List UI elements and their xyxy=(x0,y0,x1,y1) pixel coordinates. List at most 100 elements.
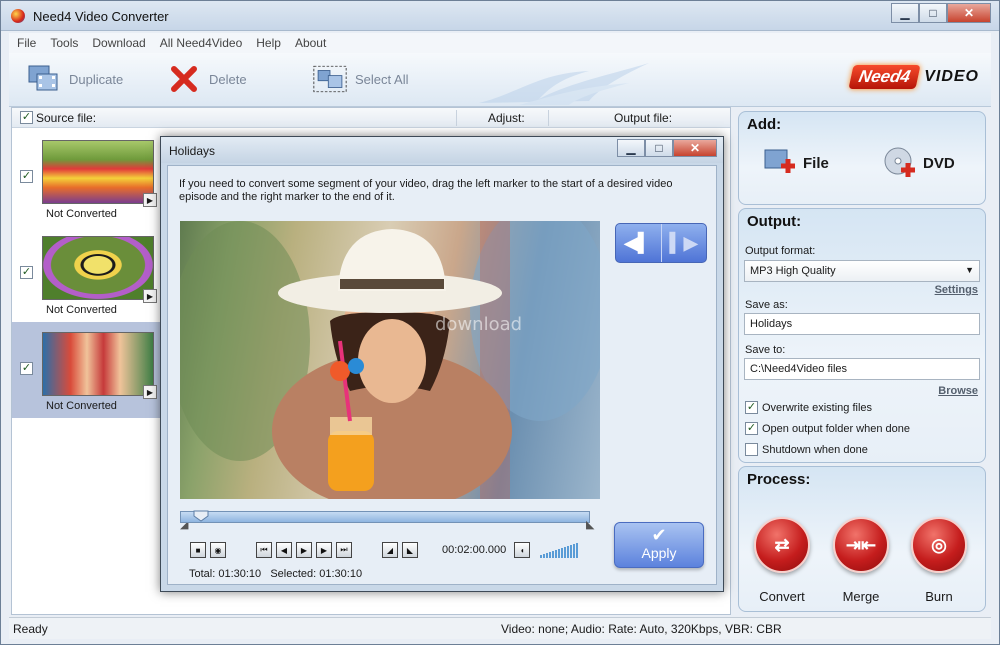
list-item[interactable]: ✓ ▶ Not Converted xyxy=(12,322,162,418)
settings-link[interactable]: Settings xyxy=(935,284,978,296)
set-end-marker-button[interactable]: ▍▶ xyxy=(660,224,707,262)
save-to-input[interactable]: C:\Need4Video files xyxy=(744,358,980,380)
video-thumbnail-tulips[interactable]: ▶ xyxy=(42,140,157,207)
minimize-button[interactable]: ▁ xyxy=(891,3,919,23)
media-info-text: Video: none; Audio: Rate: Auto, 320Kbps,… xyxy=(501,622,782,636)
merge-arrows-icon: ⇥⇤ xyxy=(845,534,877,555)
save-as-input[interactable]: Holidays xyxy=(744,313,980,335)
open-folder-checkbox[interactable]: ✓ xyxy=(745,422,758,435)
window-title: Need4 Video Converter xyxy=(33,9,169,24)
select-all-icon xyxy=(313,63,347,95)
delete-x-icon xyxy=(167,63,201,95)
video-preview[interactable]: download xyxy=(180,221,600,499)
dialog-title-bar[interactable]: Holidays ▁ □ ✕ xyxy=(161,137,723,163)
title-bar[interactable]: Need4 Video Converter ▁ □ ✕ xyxy=(1,1,999,31)
close-button[interactable]: ✕ xyxy=(947,3,991,23)
select-all-checkbox[interactable]: ✓ xyxy=(20,111,33,124)
dialog-minimize-button[interactable]: ▁ xyxy=(617,139,645,157)
step-forward-icon: ▶ xyxy=(320,545,328,555)
overwrite-label: Overwrite existing files xyxy=(762,401,873,414)
save-as-value: Holidays xyxy=(750,318,793,330)
dialog-maximize-button[interactable]: □ xyxy=(645,139,673,157)
snapshot-button[interactable]: ◉ xyxy=(210,542,226,558)
merge-button[interactable]: ⇥⇤ xyxy=(833,517,889,573)
shutdown-checkbox[interactable] xyxy=(745,443,758,456)
duplicate-label: Duplicate xyxy=(69,71,124,87)
stop-button[interactable]: ■ xyxy=(190,542,206,558)
play-icon[interactable]: ▶ xyxy=(143,385,157,399)
play-button[interactable]: ▶ xyxy=(296,542,312,558)
open-folder-checkbox-row[interactable]: ✓ Open output folder when done xyxy=(745,422,910,435)
select-all-button[interactable]: Select All xyxy=(313,63,408,95)
maximize-button[interactable]: □ xyxy=(919,3,947,23)
mark-out-icon: ◣ xyxy=(406,545,414,555)
add-dvd-button[interactable]: DVD xyxy=(883,146,955,180)
mute-button[interactable]: ◖ xyxy=(514,542,531,558)
end-marker-handle[interactable]: ◣ xyxy=(586,518,594,531)
list-item[interactable]: ✓ ▶ Not Converted xyxy=(12,226,162,322)
burn-button[interactable]: ◎ xyxy=(911,517,967,573)
convert-button[interactable]: ⇄ xyxy=(754,517,810,573)
current-time: 00:02:00.000 xyxy=(442,544,507,556)
menu-help[interactable]: Help xyxy=(256,36,281,50)
go-start-button[interactable]: ⏮ xyxy=(256,542,272,558)
add-file-label: File xyxy=(803,154,829,172)
video-thumbnail-children[interactable]: ▶ xyxy=(42,332,157,399)
list-item[interactable]: ✓ ▶ Not Converted xyxy=(12,130,162,226)
add-file-button[interactable]: File xyxy=(763,146,829,180)
start-marker-icon: ◀▍ xyxy=(624,232,653,253)
dialog-close-button[interactable]: ✕ xyxy=(673,139,717,157)
item-status: Not Converted xyxy=(46,208,117,220)
item-checkbox[interactable]: ✓ xyxy=(20,266,33,279)
add-file-icon xyxy=(763,146,797,180)
merge-label: Merge xyxy=(842,589,880,604)
header-adjust: Adjust: xyxy=(488,111,525,125)
close-icon: ✕ xyxy=(963,6,975,20)
overwrite-checkbox-row[interactable]: ✓ Overwrite existing files xyxy=(745,401,872,414)
step-forward-button[interactable]: ▶ xyxy=(316,542,332,558)
menu-download[interactable]: Download xyxy=(92,36,145,50)
maximize-icon: □ xyxy=(655,141,663,155)
menu-all-need4video[interactable]: All Need4Video xyxy=(160,36,243,50)
output-format-select[interactable]: MP3 High Quality ▼ xyxy=(744,260,980,282)
item-checkbox[interactable]: ✓ xyxy=(20,170,33,183)
apply-button[interactable]: ✔ Apply xyxy=(614,522,704,568)
save-to-value: C:\Need4Video files xyxy=(750,363,848,375)
shutdown-label: Shutdown when done xyxy=(762,443,868,456)
mark-in-button[interactable]: ◢ xyxy=(382,542,398,558)
mark-out-button[interactable]: ◣ xyxy=(402,542,418,558)
camera-icon: ◉ xyxy=(214,545,222,555)
menu-tools[interactable]: Tools xyxy=(50,36,78,50)
open-folder-label: Open output folder when done xyxy=(762,422,911,435)
menu-about[interactable]: About xyxy=(295,36,326,50)
browse-link[interactable]: Browse xyxy=(938,385,978,397)
maximize-icon: □ xyxy=(929,6,937,20)
play-icon[interactable]: ▶ xyxy=(143,193,157,207)
menu-bar: File Tools Download All Need4Video Help … xyxy=(9,33,991,53)
add-panel: Add: File DVD xyxy=(738,111,986,205)
volume-slider[interactable] xyxy=(540,542,579,558)
skip-end-icon: ⏭ xyxy=(340,545,348,554)
dialog-instructions: If you need to convert some segment of y… xyxy=(179,178,673,203)
output-format-value: MP3 High Quality xyxy=(750,265,836,277)
go-end-button[interactable]: ⏭ xyxy=(336,542,352,558)
output-format-label: Output format: xyxy=(745,245,816,257)
close-icon: ✕ xyxy=(689,141,701,155)
set-start-marker-button[interactable]: ◀▍ xyxy=(616,224,661,262)
menu-file[interactable]: File xyxy=(17,36,36,50)
duplicate-button[interactable]: Duplicate xyxy=(27,63,123,95)
shutdown-checkbox-row[interactable]: Shutdown when done xyxy=(745,443,868,456)
total-duration: Total: 01:30:10 xyxy=(189,568,262,580)
watermark-text: download xyxy=(435,314,522,335)
timeline-slider[interactable] xyxy=(180,510,590,523)
process-heading: Process: xyxy=(747,471,811,488)
play-icon[interactable]: ▶ xyxy=(143,289,157,303)
video-thumbnail-butterfly[interactable]: ▶ xyxy=(42,236,157,303)
playhead-icon[interactable] xyxy=(193,510,209,522)
item-checkbox[interactable]: ✓ xyxy=(20,362,33,375)
step-back-button[interactable]: ◀ xyxy=(276,542,292,558)
overwrite-checkbox[interactable]: ✓ xyxy=(745,401,758,414)
disc-icon: ◎ xyxy=(931,534,947,555)
delete-button[interactable]: Delete xyxy=(167,63,247,95)
playback-controls: ■ ◉ ⏮ ◀ ▶ ▶ ⏭ ◢ ◣ 00:02:00.000 ◖ xyxy=(190,542,579,558)
